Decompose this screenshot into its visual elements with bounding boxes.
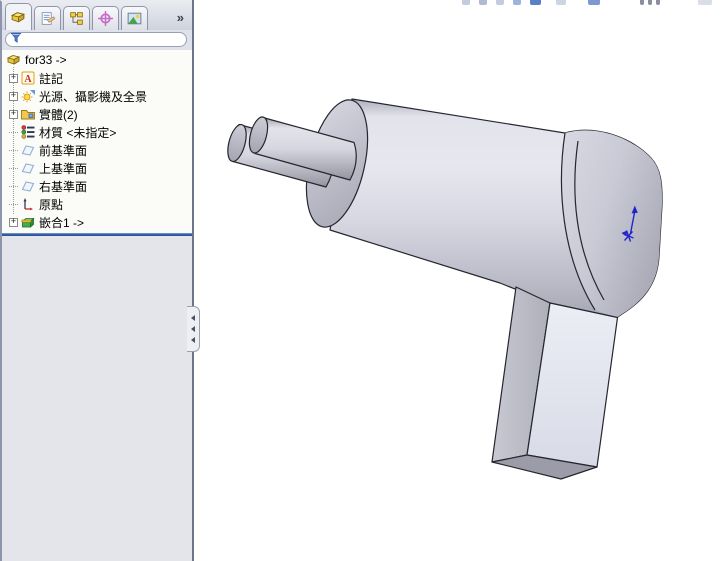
toolbar-fragment[interactable] (648, 0, 652, 5)
origin-icon (20, 196, 36, 212)
feature-tree: for33 -> + A 註記 + 光源、攝影機及全景 + 實體(2) 材質 <… (2, 50, 194, 233)
property-icon (39, 10, 56, 27)
tree-item-imported-feature[interactable]: + 嵌合1 -> (2, 213, 194, 231)
expand-toggle[interactable]: + (9, 217, 18, 227)
expand-toggle[interactable]: + (9, 91, 18, 101)
tree-branch-stub (9, 149, 18, 151)
propertymanager-tab[interactable] (34, 6, 61, 30)
solidworks-window: » for33 -> + A 註記 + 光源、攝影機及全景 + 實體(2) 材質… (0, 0, 725, 561)
tree-branch-stub (9, 185, 18, 187)
filter-funnel-icon (6, 31, 22, 49)
dimxpertmanager-tab[interactable] (92, 6, 119, 30)
toolbar-fragment[interactable] (479, 0, 487, 5)
toolbar-fragment[interactable] (656, 0, 660, 5)
configurationmanager-tab[interactable] (63, 6, 90, 30)
tree-item-lights-cameras[interactable]: + 光源、攝影機及全景 (2, 87, 194, 105)
filter-input[interactable] (22, 34, 186, 45)
part-icon (6, 52, 22, 68)
splitter-arrow-icon (191, 315, 195, 321)
solid-bodies-folder-icon (20, 106, 36, 122)
tree-item-origin[interactable]: 原點 (2, 195, 194, 213)
svg-text:A: A (24, 74, 32, 85)
part-icon (10, 9, 27, 26)
splitter-arrow-icon (191, 337, 195, 343)
tree-item-label: 右基準面 (39, 179, 88, 194)
dimxpert-target-icon (97, 10, 114, 27)
filter-bar (2, 30, 192, 50)
panel-right-border (192, 0, 194, 561)
toolbar-fragment[interactable] (588, 0, 600, 5)
annotations-icon: A (20, 70, 36, 86)
tabstrip-overflow-chevron[interactable]: » (177, 11, 184, 24)
filter-field[interactable] (5, 32, 187, 47)
plane-icon (20, 178, 36, 194)
tree-branch-stub (9, 203, 18, 205)
panel-lower-area (2, 236, 194, 561)
tree-item-front-plane[interactable]: 前基準面 (2, 141, 194, 159)
tree-item-solid-bodies[interactable]: + 實體(2) (2, 105, 194, 123)
tree-item-label: 註記 (39, 71, 64, 86)
toolbar-fragment[interactable] (556, 0, 566, 5)
plane-icon (20, 160, 36, 176)
toolbar-fragment[interactable] (513, 0, 521, 5)
display-image-icon (126, 10, 143, 27)
tree-item-label: 嵌合1 -> (39, 215, 85, 230)
material-icon (20, 124, 36, 140)
tree-item-top-plane[interactable]: 上基準面 (2, 159, 194, 177)
displaymanager-tab[interactable] (121, 6, 148, 30)
tree-item-label: 原點 (39, 197, 64, 212)
tree-item-label: 實體(2) (39, 107, 78, 122)
expand-toggle[interactable]: + (9, 109, 18, 119)
toolbar-fragment[interactable] (496, 0, 504, 5)
tree-item-label: 光源、攝影機及全景 (39, 89, 148, 104)
tree-item-label: 前基準面 (39, 143, 88, 158)
plane-icon (20, 142, 36, 158)
toolbar-fragment[interactable] (640, 0, 644, 5)
imported-body-icon (20, 214, 36, 230)
panel-splitter-handle[interactable] (187, 306, 200, 352)
tree-item-label: 材質 <未指定> (39, 125, 117, 140)
configuration-icon (68, 10, 85, 27)
tree-branch-stub (9, 131, 18, 133)
tree-item-right-plane[interactable]: 右基準面 (2, 177, 194, 195)
lights-cameras-scene-icon (20, 88, 36, 104)
toolbar-fragment[interactable] (530, 0, 541, 5)
toolbar-fragment[interactable] (462, 0, 470, 5)
toolbar-fragment[interactable] (698, 0, 712, 5)
tree-item-annotations[interactable]: + A 註記 (2, 69, 194, 87)
tree-item-part-root[interactable]: for33 -> (2, 51, 194, 69)
tree-item-material[interactable]: 材質 <未指定> (2, 123, 194, 141)
featuremanager-panel: » for33 -> + A 註記 + 光源、攝影機及全景 + 實體(2) 材質… (0, 0, 194, 561)
tree-branch-stub (9, 167, 18, 169)
featuremanager-tab[interactable] (5, 3, 32, 30)
panel-tabstrip: » (2, 2, 192, 30)
splitter-arrow-icon (191, 326, 195, 332)
tree-item-label: 上基準面 (39, 161, 88, 176)
expand-toggle[interactable]: + (9, 73, 18, 83)
tree-item-label: for33 -> (25, 53, 67, 67)
